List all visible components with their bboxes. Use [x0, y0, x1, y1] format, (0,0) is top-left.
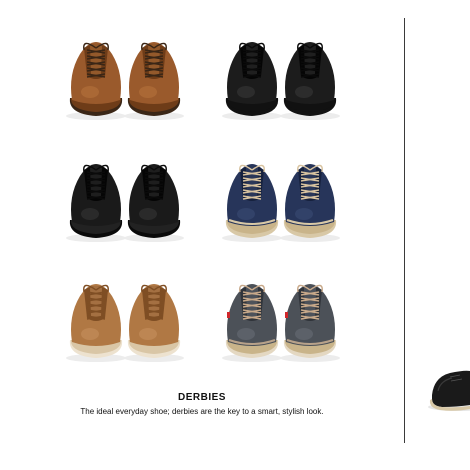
black-derby-pair-thick-sole[interactable]	[66, 164, 184, 242]
light-tan-derby-pair[interactable]	[66, 284, 184, 362]
navy-suede-derby-pair[interactable]	[222, 164, 340, 242]
tan-leather-derby-pair[interactable]	[66, 42, 184, 120]
shoe-grid	[66, 42, 340, 362]
grey-denim-derby-pair[interactable]	[222, 284, 340, 362]
black-leather-derby-pair[interactable]	[222, 42, 340, 120]
category-title: DERBIES	[178, 392, 226, 403]
caption: DERBIES The ideal everyday shoe; derbies…	[0, 392, 404, 417]
page: DERBIES The ideal everyday shoe; derbies…	[0, 0, 470, 470]
next-panel-shoe-image[interactable]	[420, 355, 470, 415]
category-tagline: The ideal everyday shoe; derbies are the…	[80, 407, 324, 416]
derbies-panel: DERBIES The ideal everyday shoe; derbies…	[0, 0, 470, 470]
panel-divider	[404, 18, 405, 443]
